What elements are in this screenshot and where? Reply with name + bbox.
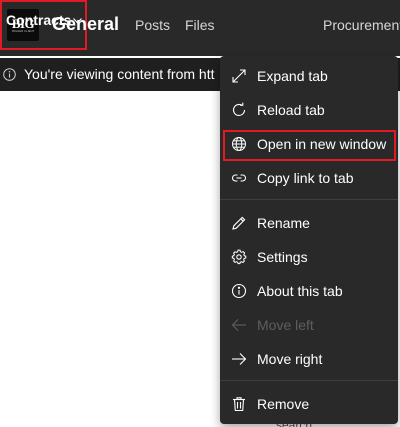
menu-divider [220,380,398,381]
reload-icon [231,102,247,118]
menu-item-move-left: Move left [220,310,398,340]
app-header: BIG BIGGER CLIENT General Posts Files Co… [0,0,400,56]
arrow-right-icon [231,351,247,367]
pencil-icon [231,215,247,231]
menu-item-settings[interactable]: Settings [220,242,398,272]
menu-item-label: Reload tab [257,102,325,118]
menu-item-reload-tab[interactable]: Reload tab [220,95,398,125]
arrow-left-icon [231,317,247,333]
gear-icon [231,249,247,265]
chevron-down-icon[interactable] [73,18,82,25]
tab-posts[interactable]: Posts [135,17,170,33]
tab-procurement[interactable]: Procurement [323,17,400,33]
tab-files[interactable]: Files [185,17,215,33]
menu-item-expand-tab[interactable]: Expand tab [220,61,398,91]
info-icon [231,283,247,299]
tab-options-menu: Expand tab Reload tab Open in new window [220,56,398,424]
menu-item-label: Move left [257,317,314,333]
menu-item-label: Open in new window [257,136,387,152]
banner-text: You're viewing content from htt [24,66,215,82]
menu-item-move-right[interactable]: Move right [220,344,398,374]
menu-item-label: About this tab [257,283,343,299]
tab-contracts-label: Contracts [6,12,72,28]
menu-item-label: Copy link to tab [257,170,354,186]
menu-item-remove[interactable]: Remove [220,389,398,419]
menu-item-label: Rename [257,215,310,231]
menu-item-label: Expand tab [257,68,328,84]
menu-item-copy-link[interactable]: Copy link to tab [220,163,398,193]
menu-item-rename[interactable]: Rename [220,208,398,238]
menu-divider [220,199,398,200]
logo-subtext: BIGGER CLIENT [11,28,35,33]
link-icon [231,170,247,186]
info-icon [3,68,16,81]
expand-icon [231,68,247,84]
menu-item-label: Settings [257,249,308,265]
menu-item-label: Remove [257,396,310,412]
menu-item-label: Move right [257,351,323,367]
menu-item-about-tab[interactable]: About this tab [220,276,398,306]
globe-icon [231,136,247,152]
menu-item-open-in-new-window[interactable]: Open in new window [220,129,398,159]
trash-icon [231,396,247,412]
